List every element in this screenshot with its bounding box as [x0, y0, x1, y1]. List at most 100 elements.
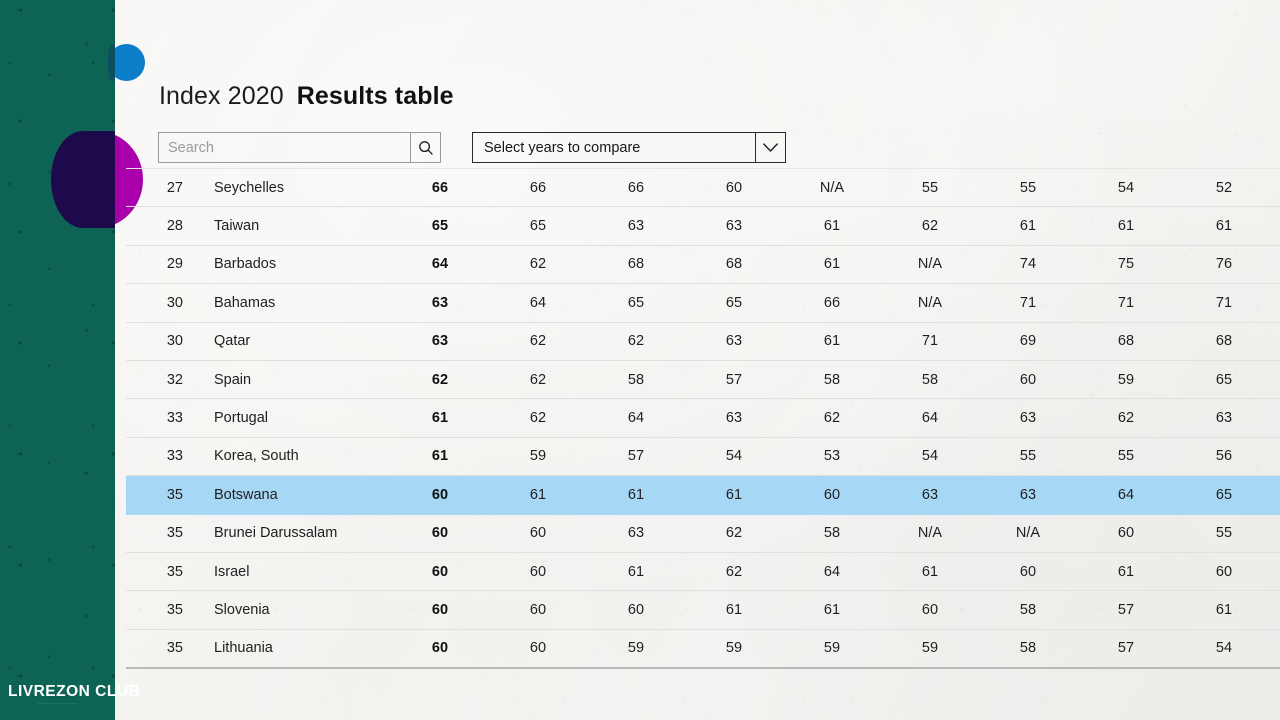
cell-score-year: 61 — [823, 256, 841, 273]
table-row[interactable]: 33 Portugal 61 62 64 63 62 64 63 62 63 — [126, 399, 1280, 438]
cell-score-year: 68 — [725, 256, 743, 273]
cell-score-year: 65 — [627, 294, 645, 311]
table-row[interactable]: 30 Bahamas 63 64 65 65 66 N/A 71 71 71 — [126, 284, 1280, 323]
cell-score-year: 62 — [725, 563, 743, 580]
table-row[interactable]: 35 Brunei Darussalam 60 60 63 62 58 N/A N/A 60 55 — [126, 515, 1280, 553]
cell-country: Qatar — [214, 333, 251, 350]
cell-score-year: 60 — [1117, 525, 1135, 542]
cell-score-year: 65 — [1215, 486, 1233, 503]
cell-score-year: 63 — [627, 525, 645, 542]
cell-score-current: 62 — [431, 371, 449, 388]
year-compare-toggle[interactable] — [755, 132, 786, 163]
table-row[interactable]: 35 Botswana 60 61 61 61 60 63 63 64 65 — [126, 476, 1280, 515]
cell-score-year: 62 — [627, 333, 645, 350]
cell-score-current: 65 — [431, 218, 449, 235]
cell-rank: 33 — [166, 410, 183, 427]
cell-score-year: 62 — [823, 410, 841, 427]
table-row[interactable]: 32 Spain 62 62 58 57 58 58 60 59 65 — [126, 361, 1280, 400]
cell-score-year: 58 — [823, 371, 841, 388]
cell-rank: 35 — [166, 601, 183, 618]
cell-rank: 30 — [166, 333, 183, 350]
cell-score-year: 63 — [1019, 486, 1037, 503]
year-compare-select[interactable]: Select years to compare — [472, 132, 786, 163]
cell-score-year: 66 — [823, 294, 841, 311]
cell-score-year: 52 — [1215, 179, 1233, 196]
cell-score-year: 68 — [1215, 333, 1233, 350]
results-table[interactable]: 27 Seychelles 66 66 66 60 N/A 55 55 54 52 28 Taiwan 6… — [126, 168, 1280, 670]
cell-score-year: 71 — [1117, 294, 1135, 311]
cell-score-year: 64 — [627, 410, 645, 427]
cell-score-year: 62 — [921, 218, 939, 235]
cell-score-year: 61 — [921, 563, 939, 580]
cell-score-year: 62 — [1117, 410, 1135, 427]
cell-score-year: 56 — [1215, 448, 1233, 465]
cell-score-year: 65 — [1215, 371, 1233, 388]
cell-score-current: 61 — [431, 448, 449, 465]
cell-score-year: N/A — [917, 256, 943, 273]
logo-wordmark: LIVREZON CLUB — [8, 682, 141, 700]
cell-score-year: 62 — [529, 410, 547, 427]
cell-score-year: 63 — [921, 486, 939, 503]
cell-score-year: 63 — [1019, 410, 1037, 427]
cell-score-year: 57 — [1117, 640, 1135, 657]
cell-score-year: N/A — [1015, 525, 1041, 542]
cell-score-year: 63 — [725, 218, 743, 235]
index-year-label: Index 2020 — [159, 82, 284, 110]
table-row[interactable]: 27 Seychelles 66 66 66 60 N/A 55 55 54 52 — [126, 168, 1280, 208]
cell-score-year: 68 — [1117, 333, 1135, 350]
cell-score-year: 64 — [921, 410, 939, 427]
sidebar-band — [0, 0, 115, 720]
cell-rank: 35 — [166, 563, 183, 580]
cell-score-year: 53 — [823, 448, 841, 465]
cell-score-year: 59 — [529, 448, 547, 465]
cell-country: Lithuania — [214, 640, 273, 657]
cell-score-year: 55 — [921, 179, 939, 196]
search-box — [158, 132, 441, 163]
cell-score-year: 55 — [1019, 179, 1037, 196]
cell-score-year: 76 — [1215, 256, 1233, 273]
cell-rank: 35 — [166, 640, 183, 657]
cell-score-year: 54 — [1215, 640, 1233, 657]
cell-score-year: 69 — [1019, 333, 1037, 350]
cell-score-current: 60 — [431, 563, 449, 580]
table-row[interactable]: 28 Taiwan 65 65 63 63 61 62 61 61 61 — [126, 207, 1280, 246]
cell-score-year: 58 — [823, 525, 841, 542]
cell-score-year: 62 — [529, 333, 547, 350]
page-header: Index 2020 Results table — [159, 82, 454, 111]
cell-rank: 35 — [166, 525, 183, 542]
cell-score-year: 60 — [725, 179, 743, 196]
cell-score-year: 60 — [1019, 563, 1037, 580]
cell-score-year: 64 — [529, 294, 547, 311]
cell-score-current: 63 — [431, 294, 449, 311]
cell-score-year: 61 — [1019, 218, 1037, 235]
cell-score-year: 59 — [627, 640, 645, 657]
table-row[interactable]: 35 Lithuania 60 60 59 59 59 59 58 57 54 — [126, 630, 1280, 670]
cell-score-year: 61 — [823, 601, 841, 618]
livrezon-club-logo: LIVREZON CLUB ·························· — [8, 682, 141, 706]
cell-score-year: 65 — [529, 218, 547, 235]
table-row[interactable]: 35 Slovenia 60 60 60 61 61 60 58 57 61 — [126, 591, 1280, 630]
table-row[interactable]: 29 Barbados 64 62 68 68 61 N/A 74 75 76 — [126, 246, 1280, 285]
cell-score-year: 61 — [1215, 601, 1233, 618]
cell-rank: 32 — [166, 371, 183, 388]
cell-score-year: 62 — [529, 256, 547, 273]
page-title: Results table — [296, 82, 454, 110]
cell-score-year: 61 — [725, 486, 743, 503]
search-input[interactable] — [158, 132, 410, 163]
cell-score-year: 58 — [1019, 640, 1037, 657]
cell-score-year: 57 — [1117, 601, 1135, 618]
cell-score-year: 54 — [921, 448, 939, 465]
table-row[interactable]: 30 Qatar 63 62 62 63 61 71 69 68 68 — [126, 323, 1280, 361]
cell-score-year: 59 — [725, 640, 743, 657]
logo-subtitle: ·························· — [37, 702, 79, 706]
cell-country: Barbados — [214, 256, 277, 273]
table-row[interactable]: 35 Israel 60 60 61 62 64 61 60 61 60 — [126, 553, 1280, 592]
cell-score-year: 68 — [627, 256, 645, 273]
table-row[interactable]: 33 Korea, South 61 59 57 54 53 54 55 55 56 — [126, 438, 1280, 477]
cell-score-year: 74 — [1019, 256, 1037, 273]
cell-score-year: 60 — [529, 640, 547, 657]
search-button[interactable] — [410, 132, 441, 163]
table-controls: Select years to compare — [158, 132, 786, 163]
year-compare-value[interactable]: Select years to compare — [472, 132, 755, 163]
cell-score-year: N/A — [819, 179, 845, 196]
